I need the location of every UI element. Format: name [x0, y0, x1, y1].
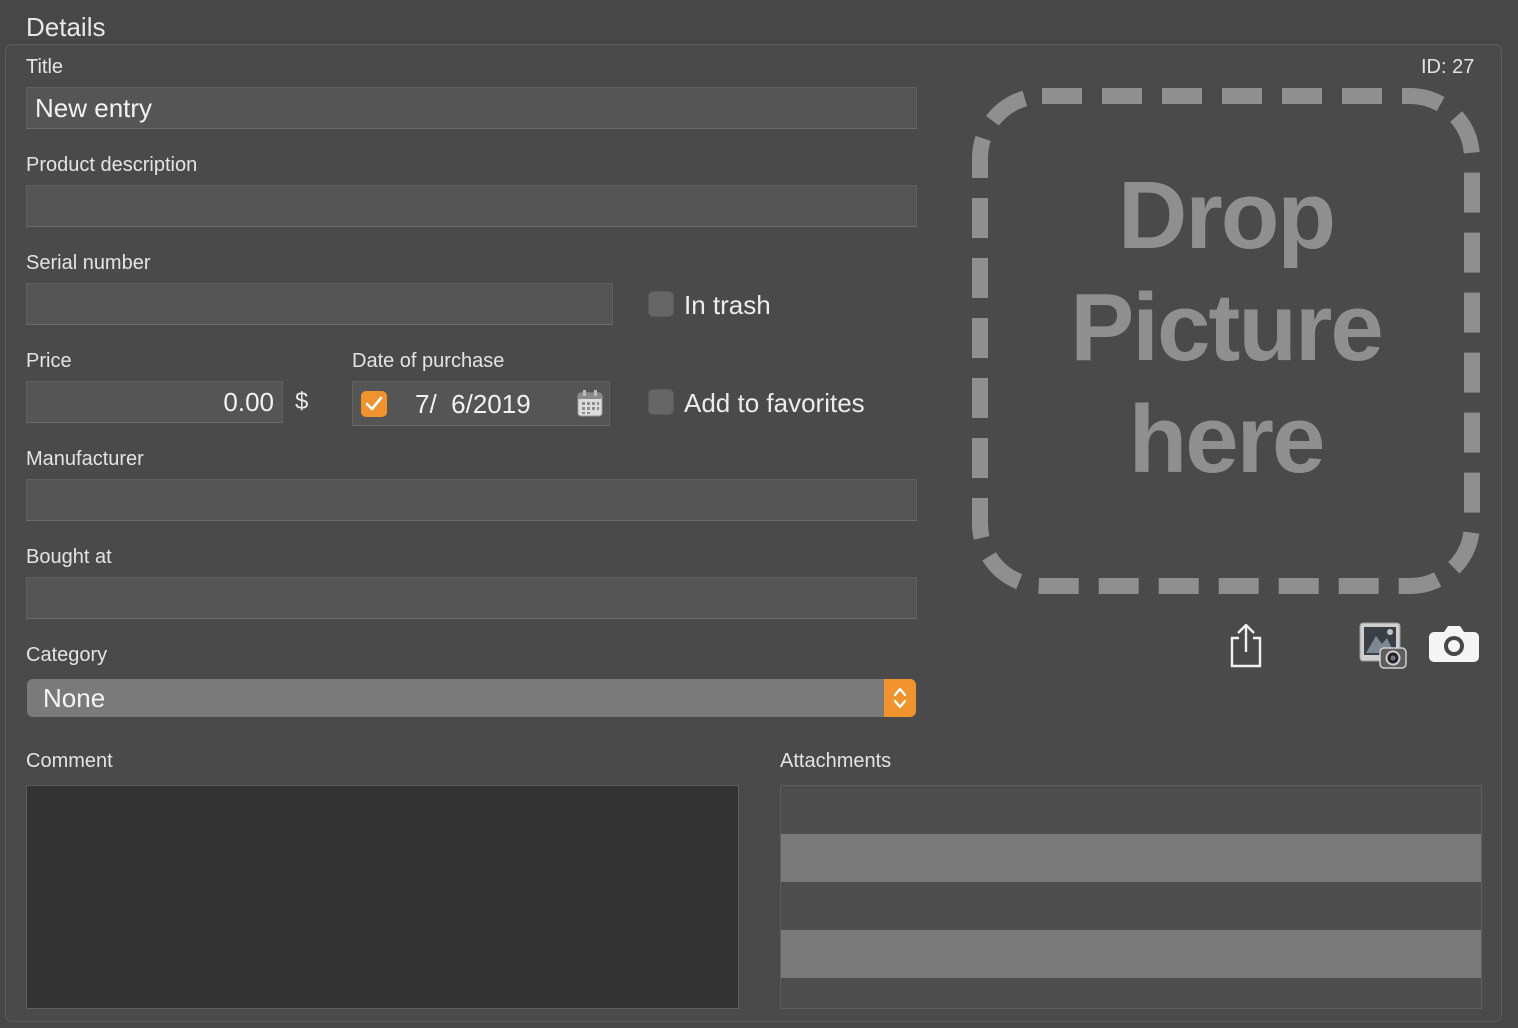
serial-number-field[interactable]: [26, 283, 613, 325]
drop-text-line-1: Drop: [1118, 162, 1336, 269]
title-field[interactable]: New entry: [26, 87, 917, 129]
add-to-favorites-checkbox[interactable]: [648, 389, 674, 415]
up-down-arrows-icon: [884, 679, 916, 717]
manufacturer-field[interactable]: [26, 479, 917, 521]
price-field[interactable]: 0.00: [26, 381, 283, 423]
price-label: Price: [26, 350, 72, 372]
category-popup-button[interactable]: None: [27, 679, 916, 717]
date-of-purchase-field[interactable]: 7/ 6/2019: [352, 381, 610, 426]
comment-text-area[interactable]: [26, 785, 739, 1009]
in-trash-checkbox[interactable]: [648, 291, 674, 317]
date-value: 7/ 6/2019: [415, 389, 531, 419]
bought-at-label: Bought at: [26, 546, 112, 568]
calendar-icon[interactable]: [577, 389, 603, 424]
share-icon[interactable]: [1228, 622, 1264, 673]
entry-id-label: ID: 27: [1421, 56, 1475, 78]
drop-text-line-3: here: [1128, 386, 1326, 493]
drop-text-line-2: Picture: [1070, 274, 1383, 381]
manufacturer-label: Manufacturer: [26, 448, 144, 470]
attachments-list[interactable]: [780, 785, 1482, 1009]
title-label: Title: [26, 56, 64, 78]
add-to-favorites-label[interactable]: Add to favorites: [684, 388, 865, 419]
drop-picture-text: Drop Picture here: [972, 160, 1480, 496]
attachment-row[interactable]: [781, 930, 1481, 978]
checkmark-icon: [365, 396, 383, 411]
camera-icon[interactable]: [1428, 624, 1480, 669]
price-value: 0.00: [223, 386, 274, 417]
section-title: Details: [26, 12, 106, 42]
date-enabled-checkbox[interactable]: [361, 391, 387, 417]
attachment-row[interactable]: [781, 834, 1481, 882]
attachments-label: Attachments: [780, 750, 892, 772]
product-description-field[interactable]: [26, 185, 917, 227]
serial-number-label: Serial number: [26, 252, 151, 274]
category-selected-value: None: [43, 682, 106, 713]
comment-label: Comment: [26, 750, 113, 772]
date-of-purchase-label: Date of purchase: [352, 350, 505, 372]
category-label: Category: [26, 644, 108, 666]
product-description-label: Product description: [26, 154, 198, 176]
attachment-row[interactable]: [781, 882, 1481, 930]
attachment-row[interactable]: [781, 786, 1481, 834]
title-field-value: New entry: [35, 92, 153, 123]
photo-booth-icon[interactable]: [1356, 620, 1408, 675]
in-trash-label[interactable]: In trash: [684, 290, 771, 321]
bought-at-field[interactable]: [26, 577, 917, 619]
currency-symbol: $: [295, 388, 309, 415]
